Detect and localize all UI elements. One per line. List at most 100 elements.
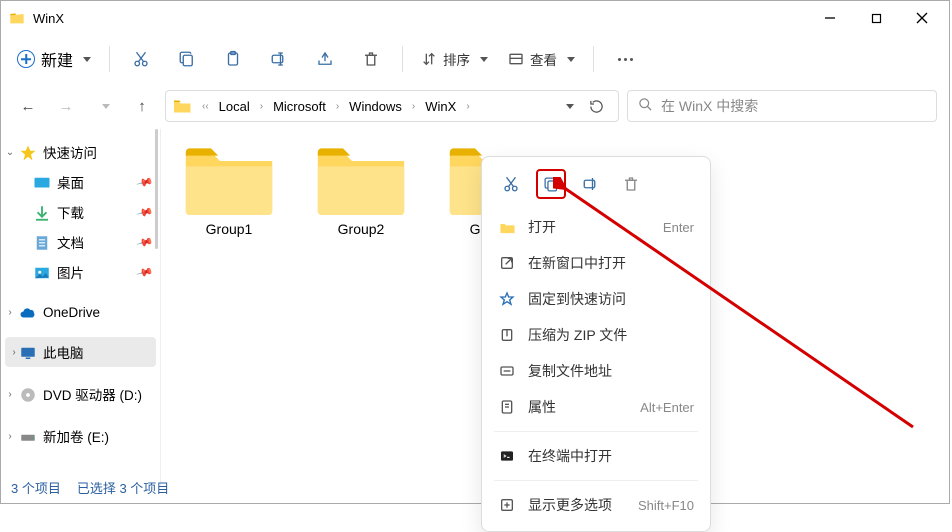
sort-label: 排序 xyxy=(443,49,470,69)
sidebar-item-this-pc[interactable]: › 此电脑 xyxy=(5,337,156,367)
sidebar-item-label: 文档 xyxy=(57,232,84,252)
paste-button[interactable] xyxy=(212,41,254,77)
cut-button[interactable] xyxy=(120,41,162,77)
separator xyxy=(593,46,594,72)
sidebar-item-label: OneDrive xyxy=(43,305,100,320)
breadcrumb[interactable]: ‹‹ Local › Microsoft › Windows › WinX › xyxy=(165,90,619,122)
ctx-label: 复制文件地址 xyxy=(528,361,612,381)
chevron-right-icon: › xyxy=(5,431,15,442)
sidebar-item-dvd[interactable]: › DVD 驱动器 (D:) xyxy=(1,379,160,409)
sidebar-item-label: 新加卷 (E:) xyxy=(43,426,109,446)
breadcrumb-sep: › xyxy=(334,101,341,112)
star-outline-icon xyxy=(498,290,516,308)
folder-item[interactable]: Group1 xyxy=(175,143,283,237)
path-icon xyxy=(498,362,516,380)
expand-icon xyxy=(498,496,516,514)
ctx-open[interactable]: 打开 Enter xyxy=(482,209,710,245)
breadcrumb-sep: ‹‹ xyxy=(200,101,211,112)
up-button[interactable]: ↑ xyxy=(127,91,157,121)
chevron-right-icon: › xyxy=(5,307,15,318)
sidebar-item-desktop[interactable]: 桌面 📌 xyxy=(1,167,160,197)
properties-icon xyxy=(498,398,516,416)
sort-button[interactable]: 排序 xyxy=(413,43,496,75)
search-icon xyxy=(638,97,653,115)
sidebar-item-volume[interactable]: › 新加卷 (E:) xyxy=(1,421,160,451)
ctx-shortcut: Shift+F10 xyxy=(638,498,694,513)
toolbar: 新建 排序 查看 xyxy=(1,35,949,83)
sidebar-item-label: 下载 xyxy=(57,202,84,222)
chevron-down-icon[interactable] xyxy=(566,104,574,109)
back-button[interactable]: ← xyxy=(13,91,43,121)
pin-icon: 📌 xyxy=(136,173,154,191)
new-button[interactable]: 新建 xyxy=(9,41,99,77)
breadcrumb-seg[interactable]: WinX xyxy=(421,97,460,116)
pin-icon: 📌 xyxy=(136,203,154,221)
folder-icon xyxy=(174,99,192,113)
address-bar-row: ← → ↑ ‹‹ Local › Microsoft › Windows › W… xyxy=(1,83,949,129)
ctx-cut-button[interactable] xyxy=(496,169,526,199)
ctx-copy-button[interactable] xyxy=(536,169,566,199)
breadcrumb-seg[interactable]: Windows xyxy=(345,97,406,116)
sidebar-item-onedrive[interactable]: › OneDrive xyxy=(1,299,160,325)
status-item-count: 3 个项目 xyxy=(11,478,61,497)
sidebar-item-label: 此电脑 xyxy=(43,342,84,362)
ctx-copy-path[interactable]: 复制文件地址 xyxy=(482,353,710,389)
view-label: 查看 xyxy=(530,49,557,69)
ctx-open-terminal[interactable]: 在终端中打开 xyxy=(482,438,710,474)
main-area: ⌄ 快速访问 桌面 📌 下载 📌 文档 📌 图片 xyxy=(1,129,949,487)
view-button[interactable]: 查看 xyxy=(500,43,583,75)
refresh-button[interactable] xyxy=(582,92,610,120)
pc-icon xyxy=(19,344,37,360)
desktop-icon xyxy=(33,174,51,190)
breadcrumb-sep: › xyxy=(258,101,265,112)
separator xyxy=(109,46,110,72)
new-label: 新建 xyxy=(41,47,73,71)
recent-locations-button[interactable] xyxy=(89,91,119,121)
status-selected: 已选择 3 个项目 xyxy=(77,478,169,497)
chevron-down-icon xyxy=(83,57,91,62)
ctx-label: 显示更多选项 xyxy=(528,495,612,515)
pin-icon: 📌 xyxy=(136,233,154,251)
ctx-shortcut: Alt+Enter xyxy=(640,400,694,415)
chevron-down-icon xyxy=(567,57,575,62)
separator xyxy=(402,46,403,72)
ctx-open-new-window[interactable]: 在新窗口中打开 xyxy=(482,245,710,281)
picture-icon xyxy=(33,264,51,280)
sidebar-item-pictures[interactable]: 图片 📌 xyxy=(1,257,160,287)
more-button[interactable] xyxy=(604,58,647,61)
ctx-rename-button[interactable] xyxy=(576,169,606,199)
folder-item[interactable]: Group2 xyxy=(307,143,415,237)
forward-button[interactable]: → xyxy=(51,91,81,121)
rename-button[interactable] xyxy=(258,41,300,77)
document-icon xyxy=(33,234,51,250)
titlebar: WinX xyxy=(1,1,949,35)
sort-icon xyxy=(421,51,437,67)
search-input[interactable]: 在 WinX 中搜索 xyxy=(627,90,937,122)
ctx-show-more[interactable]: 显示更多选项 Shift+F10 xyxy=(482,487,710,523)
ctx-delete-button[interactable] xyxy=(616,169,646,199)
folder-label: Group2 xyxy=(307,221,415,237)
breadcrumb-seg[interactable]: Local xyxy=(215,97,254,116)
folder-icon xyxy=(184,143,274,213)
sidebar-item-downloads[interactable]: 下载 📌 xyxy=(1,197,160,227)
ctx-pin-quick-access[interactable]: 固定到快速访问 xyxy=(482,281,710,317)
ctx-compress-zip[interactable]: 压缩为 ZIP 文件 xyxy=(482,317,710,353)
sidebar-item-quick-access[interactable]: ⌄ 快速访问 xyxy=(1,137,160,167)
ctx-label: 压缩为 ZIP 文件 xyxy=(528,325,627,345)
ctx-properties[interactable]: 属性 Alt+Enter xyxy=(482,389,710,425)
star-icon xyxy=(19,144,37,160)
delete-button[interactable] xyxy=(350,41,392,77)
folder-label: Group1 xyxy=(175,221,283,237)
sidebar-item-documents[interactable]: 文档 📌 xyxy=(1,227,160,257)
share-button[interactable] xyxy=(304,41,346,77)
context-menu: 打开 Enter 在新窗口中打开 固定到快速访问 压缩为 ZIP 文件 复制文件… xyxy=(481,156,711,532)
maximize-button[interactable] xyxy=(853,3,899,33)
chevron-down-icon xyxy=(480,57,488,62)
explorer-window: WinX 新建 排序 查看 xyxy=(0,0,950,504)
copy-button[interactable] xyxy=(166,41,208,77)
breadcrumb-seg[interactable]: Microsoft xyxy=(269,97,330,116)
sidebar-item-label: 桌面 xyxy=(57,172,84,192)
terminal-icon xyxy=(498,447,516,465)
minimize-button[interactable] xyxy=(807,3,853,33)
close-button[interactable] xyxy=(899,3,945,33)
